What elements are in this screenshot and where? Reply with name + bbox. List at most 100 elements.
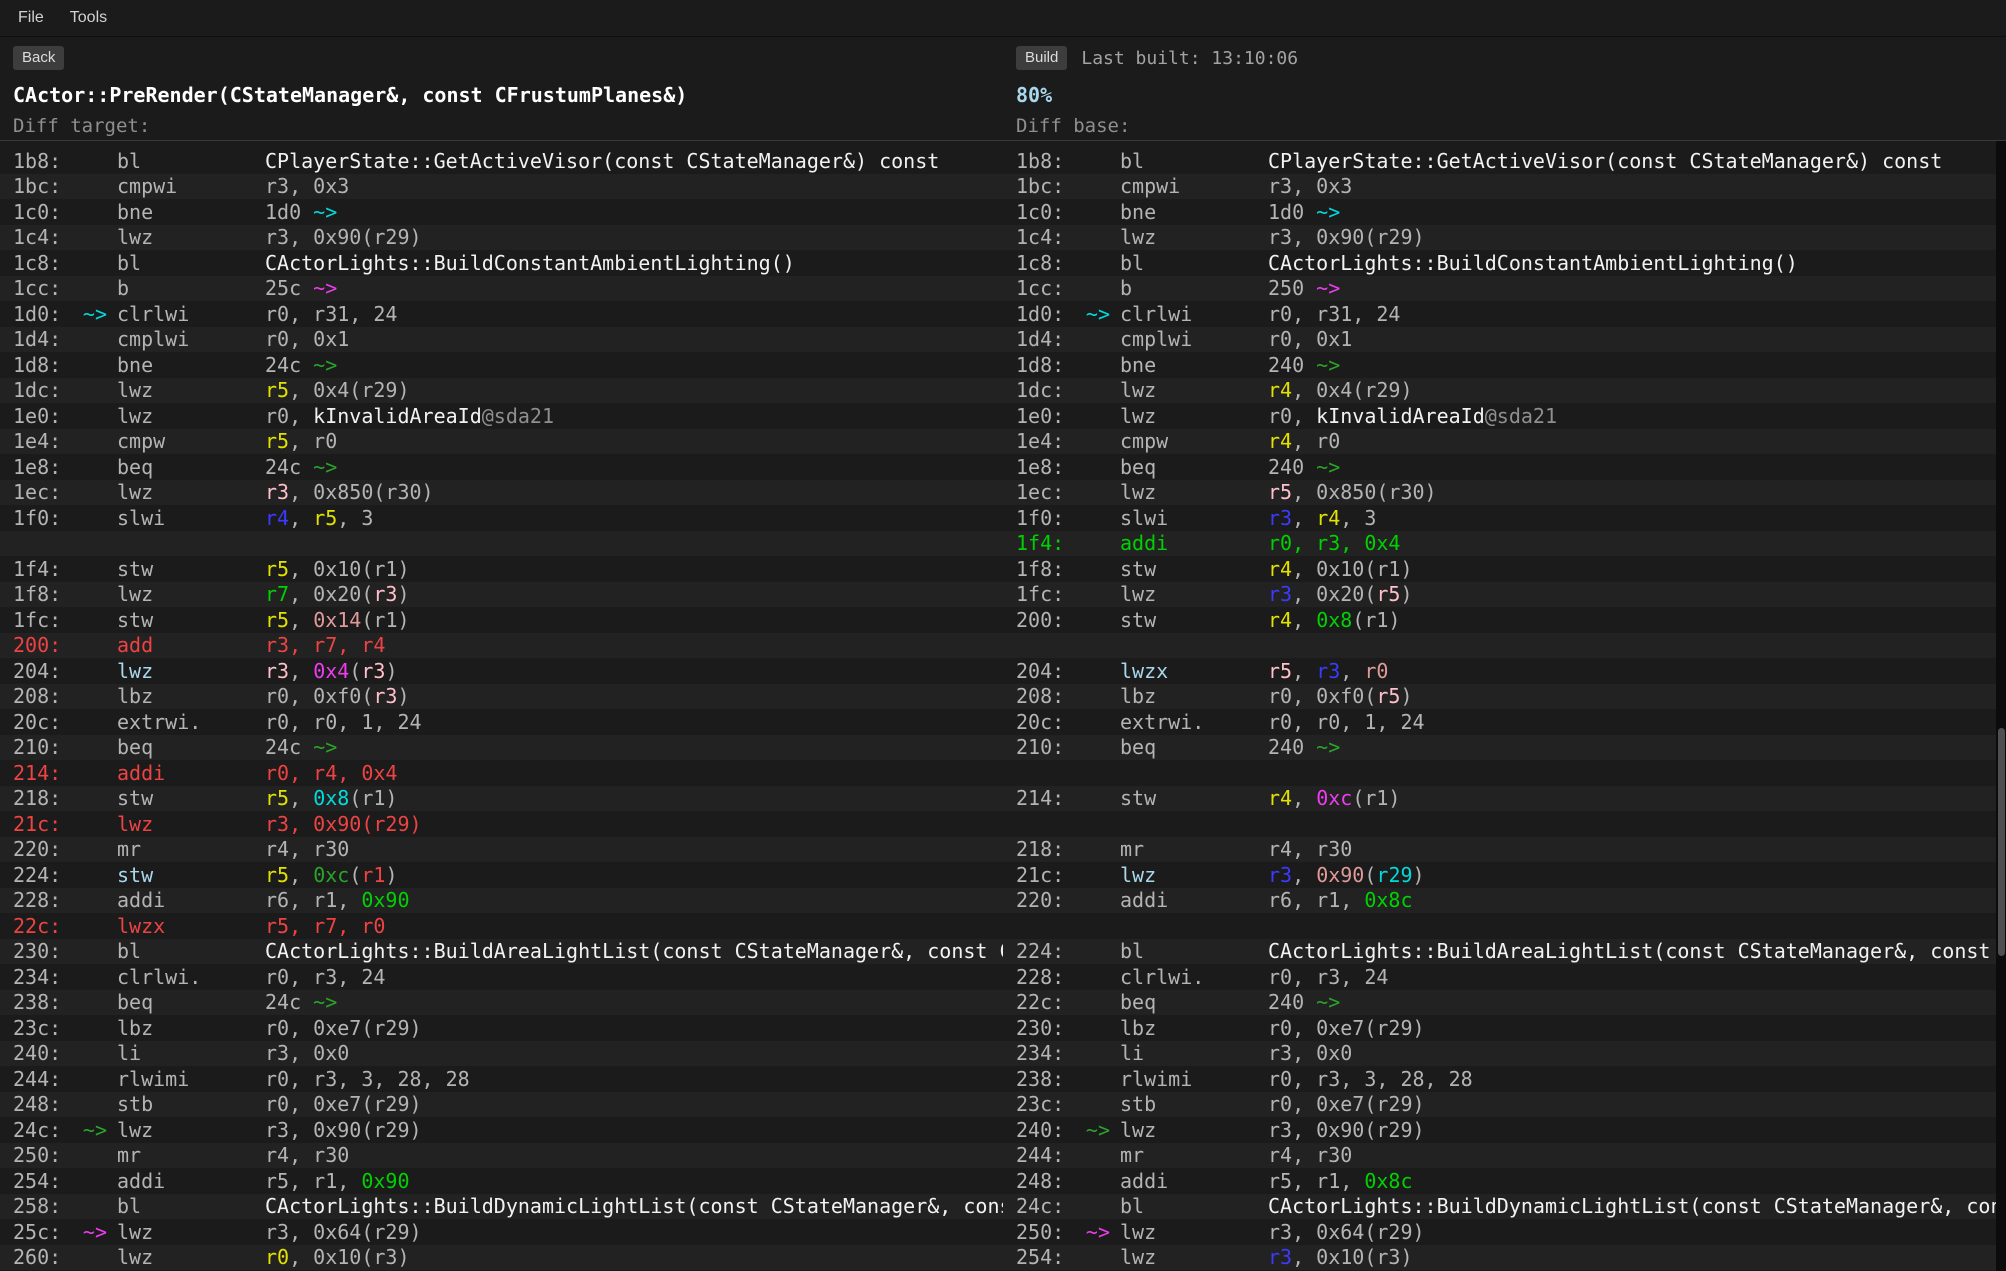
asm-row[interactable]: 240:lir3, 0x0 (0, 1041, 1003, 1067)
asm-row[interactable]: 23c:lbzr0, 0xe7(r29) (0, 1015, 1003, 1041)
asm-row[interactable]: 1f8:lwzr7, 0x20(r3) (0, 582, 1003, 608)
asm-row[interactable]: 234:clrlwi.r0, r3, 24 (0, 964, 1003, 990)
asm-row[interactable]: 240:~>lwzr3, 0x90(r29) (1003, 1117, 2006, 1143)
asm-row[interactable]: 210:beq24c ~> (0, 735, 1003, 761)
scrollbar-thumb[interactable] (1998, 728, 2005, 956)
asm-row[interactable]: 24c:~>lwzr3, 0x90(r29) (0, 1117, 1003, 1143)
asm-row[interactable]: 1bc:cmpwir3, 0x3 (0, 174, 1003, 200)
asm-row[interactable]: 204:lwzr3, 0x4(r3) (0, 658, 1003, 684)
asm-row[interactable]: 25c:~>lwzr3, 0x64(r29) (0, 1219, 1003, 1245)
asm-row[interactable]: 1d4:cmplwir0, 0x1 (1003, 327, 2006, 353)
asm-row[interactable]: 258:blCActorLights::BuildDynamicLightLis… (0, 1194, 1003, 1220)
asm-operands: r0, r3, 24 (1268, 965, 2006, 989)
back-button[interactable]: Back (13, 46, 64, 70)
asm-row[interactable]: 23c:stbr0, 0xe7(r29) (1003, 1092, 2006, 1118)
asm-row[interactable]: 234:lir3, 0x0 (1003, 1041, 2006, 1067)
asm-row[interactable]: 1e4:cmpwr4, r0 (1003, 429, 2006, 455)
asm-row[interactable]: 238:beq24c ~> (0, 990, 1003, 1016)
asm-row[interactable]: 1c4:lwzr3, 0x90(r29) (1003, 225, 2006, 251)
asm-row[interactable]: 1fc:stwr5, 0x14(r1) (0, 607, 1003, 633)
asm-row[interactable]: 1d4:cmplwir0, 0x1 (0, 327, 1003, 353)
asm-row[interactable]: 248:stbr0, 0xe7(r29) (0, 1092, 1003, 1118)
asm-row[interactable]: 254:lwzr3, 0x10(r3) (1003, 1245, 2006, 1271)
asm-token: r3 (1268, 1245, 1292, 1269)
asm-row[interactable]: 208:lbzr0, 0xf0(r3) (0, 684, 1003, 710)
asm-row[interactable]: 1f4:stwr5, 0x10(r1) (0, 556, 1003, 582)
asm-row[interactable]: 20c:extrwi.r0, r0, 1, 24 (1003, 709, 2006, 735)
asm-row[interactable]: 248:addir5, r1, 0x8c (1003, 1168, 2006, 1194)
asm-row[interactable]: 1c8:blCActorLights::BuildConstantAmbient… (0, 250, 1003, 276)
asm-row[interactable]: 244:mrr4, r30 (1003, 1143, 2006, 1169)
asm-row[interactable]: 24c:blCActorLights::BuildDynamicLightLis… (1003, 1194, 2006, 1220)
menu-item-tools[interactable]: Tools (70, 9, 107, 27)
asm-row[interactable]: 1b8:blCPlayerState::GetActiveVisor(const… (1003, 148, 2006, 174)
asm-row[interactable]: 200:addr3, r7, r4 (0, 633, 1003, 659)
asm-address: 1ec: (0, 480, 65, 504)
asm-row[interactable]: 1e0:lwzr0, kInvalidAreaId@sda21 (1003, 403, 2006, 429)
asm-row[interactable]: 230:lbzr0, 0xe7(r29) (1003, 1015, 2006, 1041)
asm-address: 250: (0, 1143, 65, 1167)
asm-row[interactable]: 224:stwr5, 0xc(r1) (0, 862, 1003, 888)
asm-row[interactable]: 1c0:bne1d0 ~> (1003, 199, 2006, 225)
asm-row[interactable]: 210:beq240 ~> (1003, 735, 2006, 761)
asm-row[interactable]: 214:addir0, r4, 0x4 (0, 760, 1003, 786)
asm-row[interactable]: 228:addir6, r1, 0x90 (0, 888, 1003, 914)
asm-operands: r5, 0x850(r30) (1268, 480, 2006, 504)
asm-address: 24c: (1003, 1194, 1068, 1218)
asm-row[interactable]: 260:lwzr0, 0x10(r3) (0, 1245, 1003, 1271)
asm-row[interactable]: 1d0:~>clrlwir0, r31, 24 (1003, 301, 2006, 327)
menu-item-file[interactable]: File (18, 9, 44, 27)
asm-row[interactable]: 1e0:lwzr0, kInvalidAreaId@sda21 (0, 403, 1003, 429)
asm-row[interactable]: 1dc:lwzr5, 0x4(r29) (0, 378, 1003, 404)
asm-row[interactable]: 1d0:~>clrlwir0, r31, 24 (0, 301, 1003, 327)
asm-row[interactable]: 1cc:b25c ~> (0, 276, 1003, 302)
asm-row[interactable]: 1cc:b250 ~> (1003, 276, 2006, 302)
asm-row[interactable]: 208:lbzr0, 0xf0(r5) (1003, 684, 2006, 710)
asm-row[interactable]: 22c:beq240 ~> (1003, 990, 2006, 1016)
asm-row[interactable]: 1ec:lwzr3, 0x850(r30) (0, 480, 1003, 506)
asm-row[interactable]: 1e8:beq24c ~> (0, 454, 1003, 480)
asm-mnemonic: lwz (1120, 1118, 1268, 1142)
asm-row[interactable]: 1f4:addir0, r3, 0x4 (1003, 531, 2006, 557)
asm-row[interactable]: 230:blCActorLights::BuildAreaLightList(c… (0, 939, 1003, 965)
asm-row[interactable]: 1ec:lwzr5, 0x850(r30) (1003, 480, 2006, 506)
asm-token: r0, r31, 24 (265, 302, 397, 326)
asm-row[interactable]: 1d8:bne24c ~> (0, 352, 1003, 378)
asm-row[interactable]: 218:mrr4, r30 (1003, 837, 2006, 863)
asm-row[interactable]: 204:lwzxr5, r3, r0 (1003, 658, 2006, 684)
asm-row[interactable]: 214:stwr4, 0xc(r1) (1003, 786, 2006, 812)
asm-row[interactable]: 1c0:bne1d0 ~> (0, 199, 1003, 225)
asm-row[interactable]: 20c:extrwi.r0, r0, 1, 24 (0, 709, 1003, 735)
asm-row[interactable]: 1f0:slwir4, r5, 3 (0, 505, 1003, 531)
asm-row[interactable]: 254:addir5, r1, 0x90 (0, 1168, 1003, 1194)
asm-mnemonic: lwz (1120, 225, 1268, 249)
asm-row[interactable]: 1e4:cmpwr5, r0 (0, 429, 1003, 455)
scrollbar[interactable] (1996, 141, 2006, 1271)
asm-row[interactable]: 1dc:lwzr4, 0x4(r29) (1003, 378, 2006, 404)
asm-row[interactable]: 1bc:cmpwir3, 0x3 (1003, 174, 2006, 200)
asm-mnemonic: beq (117, 455, 265, 479)
asm-row[interactable]: 220:addir6, r1, 0x8c (1003, 888, 2006, 914)
asm-row[interactable]: 22c:lwzxr5, r7, r0 (0, 913, 1003, 939)
asm-row[interactable]: 250:~>lwzr3, 0x64(r29) (1003, 1219, 2006, 1245)
asm-row[interactable]: 218:stwr5, 0x8(r1) (0, 786, 1003, 812)
asm-row[interactable]: 238:rlwimir0, r3, 3, 28, 28 (1003, 1066, 2006, 1092)
build-button[interactable]: Build (1016, 46, 1067, 70)
asm-row[interactable]: 1f8:stwr4, 0x10(r1) (1003, 556, 2006, 582)
asm-row[interactable]: 1c8:blCActorLights::BuildConstantAmbient… (1003, 250, 2006, 276)
asm-row[interactable]: 21c:lwzr3, 0x90(r29) (1003, 862, 2006, 888)
asm-row[interactable]: 244:rlwimir0, r3, 3, 28, 28 (0, 1066, 1003, 1092)
asm-token: r5 (1376, 582, 1400, 606)
asm-row[interactable]: 200:stwr4, 0x8(r1) (1003, 607, 2006, 633)
asm-row[interactable]: 21c:lwzr3, 0x90(r29) (0, 811, 1003, 837)
asm-row[interactable]: 1f0:slwir3, r4, 3 (1003, 505, 2006, 531)
asm-row[interactable]: 1b8:blCPlayerState::GetActiveVisor(const… (0, 148, 1003, 174)
asm-row[interactable]: 250:mrr4, r30 (0, 1143, 1003, 1169)
asm-row[interactable]: 1d8:bne240 ~> (1003, 352, 2006, 378)
asm-row[interactable]: 1e8:beq240 ~> (1003, 454, 2006, 480)
asm-row[interactable]: 224:blCActorLights::BuildAreaLightList(c… (1003, 939, 2006, 965)
asm-row[interactable]: 228:clrlwi.r0, r3, 24 (1003, 964, 2006, 990)
asm-row[interactable]: 1fc:lwzr3, 0x20(r5) (1003, 582, 2006, 608)
asm-row[interactable]: 220:mrr4, r30 (0, 837, 1003, 863)
asm-row[interactable]: 1c4:lwzr3, 0x90(r29) (0, 225, 1003, 251)
